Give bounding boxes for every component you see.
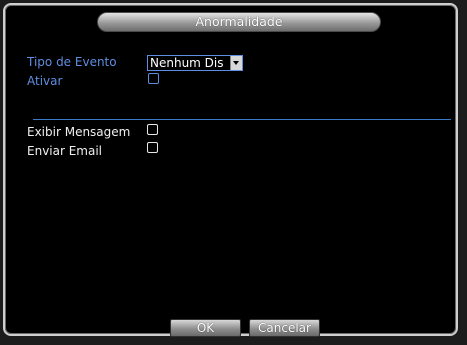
ok-button[interactable]: OK [170,319,241,337]
show-message-checkbox[interactable] [147,124,158,135]
event-type-label: Tipo de Evento [27,55,117,69]
event-type-select[interactable]: Nenhum Dis [147,55,243,71]
enable-label: Ativar [27,74,63,88]
event-type-value: Nenhum Dis [150,56,224,70]
chevron-down-icon[interactable] [230,56,242,70]
cancel-button[interactable]: Cancelar [249,319,320,337]
show-message-label: Exibir Mensagem [27,125,131,139]
title-bar[interactable]: Anormalidade [97,12,381,32]
section-divider [33,119,451,120]
enable-checkbox[interactable] [148,73,159,84]
anormalidade-dialog: Anormalidade Tipo de Evento Nenhum Dis A… [3,3,458,337]
send-email-label: Enviar Email [27,144,103,158]
send-email-checkbox[interactable] [147,142,158,153]
dialog-title: Anormalidade [195,14,283,29]
